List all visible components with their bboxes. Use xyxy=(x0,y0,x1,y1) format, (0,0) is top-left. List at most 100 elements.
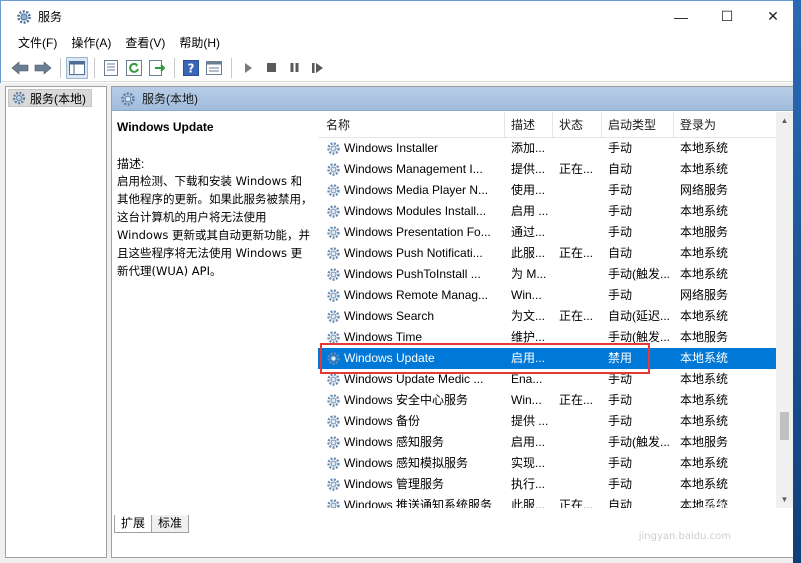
service-status xyxy=(553,201,602,222)
service-row[interactable]: Windows Media Player N... 使用... 手动 网络服务 xyxy=(318,180,778,201)
menu-bar: 文件(F) 操作(A) 查看(V) 帮助(H) xyxy=(1,32,796,54)
service-name: Windows 推送通知系统服务 xyxy=(344,498,493,508)
tree-item-services-local[interactable]: 服务(本地) xyxy=(8,89,92,107)
service-startup-type: 手动 xyxy=(608,288,633,302)
service-row[interactable]: Windows 感知服务 启用... 手动(触发... 本地服务 xyxy=(318,432,778,453)
gear-icon xyxy=(326,288,341,303)
column-header-logon[interactable]: 登录为 xyxy=(674,112,736,138)
description-text: 启用检测、下载和安装 Windows 和其他程序的更新。如果此服务被禁用，这台计… xyxy=(117,174,313,278)
minimize-button[interactable]: — xyxy=(658,1,704,32)
service-row[interactable]: Windows Management I... 提供... 正在... 自动 本地系统 xyxy=(318,159,778,180)
service-status xyxy=(553,369,602,390)
pause-icon xyxy=(290,63,298,72)
selected-service-title: Windows Update xyxy=(117,120,214,134)
service-row[interactable]: Windows Time 维护... 手动(触发... 本地服务 xyxy=(318,327,778,348)
column-header-name[interactable]: ^ 名称 xyxy=(318,112,505,138)
service-row[interactable]: Windows Search 为文... 正在... 自动(延迟... 本地系统 xyxy=(318,306,778,327)
properties-button[interactable] xyxy=(100,57,122,79)
help-button[interactable]: ? xyxy=(180,57,202,79)
pause-service-button[interactable] xyxy=(283,57,305,79)
service-row[interactable]: Windows Update 启用... 禁用 本地系统 xyxy=(318,348,778,369)
scroll-up-icon[interactable]: ▲ xyxy=(776,112,793,129)
scroll-thumb[interactable] xyxy=(780,412,789,440)
service-row[interactable]: Windows Modules Install... 启用 ... 手动 本地系统 xyxy=(318,201,778,222)
service-logon-as: 本地系统 xyxy=(680,456,729,470)
service-rows: Windows Installer 添加... 手动 本地系统 Windows Mana… xyxy=(318,138,778,508)
service-name: Windows 管理服务 xyxy=(344,477,445,491)
back-button[interactable] xyxy=(9,57,31,79)
export-button[interactable] xyxy=(146,57,168,79)
gear-icon xyxy=(326,393,341,408)
menu-help[interactable]: 帮助(H) xyxy=(172,32,227,54)
service-startup-type: 手动 xyxy=(608,141,633,155)
tab-extended[interactable]: 扩展 xyxy=(114,515,153,533)
service-status: 正在... xyxy=(559,246,594,260)
service-description: 执行... xyxy=(511,477,546,491)
view-button[interactable] xyxy=(203,57,225,79)
tab-standard[interactable]: 标准 xyxy=(151,515,190,533)
service-row[interactable]: Windows 感知模拟服务 实现... 手动 本地系统 xyxy=(318,453,778,474)
service-row[interactable]: Windows Update Medic ... Ena... 手动 本地系统 xyxy=(318,369,778,390)
service-row[interactable]: Windows 管理服务 执行... 手动 本地系统 xyxy=(318,474,778,495)
service-row[interactable]: Windows PushToInstall ... 为 M... 手动(触发... 本… xyxy=(318,264,778,285)
window-title: 服务 xyxy=(38,10,63,24)
service-status: 正在... xyxy=(559,162,594,176)
close-button[interactable]: ✕ xyxy=(750,1,796,32)
service-name-cell: Windows Update xyxy=(318,348,505,369)
service-startup-type: 手动 xyxy=(608,204,633,218)
column-header-status[interactable]: 状态 xyxy=(553,112,602,138)
gear-icon xyxy=(326,477,341,492)
column-header-startup[interactable]: 启动类型 xyxy=(602,112,674,138)
service-description: 使用... xyxy=(511,183,546,197)
tree-pane: 服务(本地) xyxy=(5,86,107,558)
gear-icon xyxy=(326,456,341,471)
start-service-button[interactable] xyxy=(237,57,259,79)
service-name: Windows Push Notificati... xyxy=(344,246,483,260)
service-logon-as: 本地系统 xyxy=(680,204,729,218)
service-row[interactable]: Windows 安全中心服务 Win... 正在... 手动 本地系统 xyxy=(318,390,778,411)
refresh-button[interactable] xyxy=(123,57,145,79)
gear-icon xyxy=(326,225,341,240)
service-name: Windows Presentation Fo... xyxy=(344,225,491,239)
description-label: 描述: xyxy=(117,157,145,171)
service-row[interactable]: Windows Push Notificati... 此服... 正在... 自动 本地… xyxy=(318,243,778,264)
service-description: 提供 ... xyxy=(511,414,549,428)
service-name-cell: Windows Push Notificati... xyxy=(318,243,505,264)
service-description: 此服... xyxy=(511,246,546,260)
gear-icon xyxy=(326,309,341,324)
service-startup-type: 禁用 xyxy=(608,351,633,365)
service-startup-type: 手动 xyxy=(608,183,633,197)
restart-service-button[interactable] xyxy=(306,57,328,79)
menu-action[interactable]: 操作(A) xyxy=(64,32,118,54)
scroll-down-icon[interactable]: ▼ xyxy=(776,491,793,508)
gear-icon xyxy=(326,246,341,261)
desktop-background xyxy=(793,0,801,563)
service-startup-type: 手动 xyxy=(608,225,633,239)
menu-view[interactable]: 查看(V) xyxy=(118,32,172,54)
gear-icon xyxy=(17,9,31,24)
menu-file[interactable]: 文件(F) xyxy=(11,32,64,54)
service-status xyxy=(553,474,602,495)
service-row[interactable]: Windows Presentation Fo... 通过... 手动 本地服务 xyxy=(318,222,778,243)
service-logon-as: 本地系统 xyxy=(680,267,729,281)
title-bar: 服务 — ☐ ✕ xyxy=(1,1,796,32)
service-startup-type: 手动 xyxy=(608,414,633,428)
show-hide-tree-button[interactable] xyxy=(66,56,88,79)
gear-icon xyxy=(326,435,341,450)
forward-button[interactable] xyxy=(32,57,54,79)
service-row[interactable]: Windows 备份 提供 ... 手动 本地系统 xyxy=(318,411,778,432)
gear-icon xyxy=(326,162,341,177)
service-row[interactable]: Windows Remote Manag... Win... 手动 网络服务 xyxy=(318,285,778,306)
service-status xyxy=(553,264,602,285)
service-name-cell: Windows Management I... xyxy=(318,159,505,180)
gear-icon xyxy=(326,372,341,387)
maximize-button[interactable]: ☐ xyxy=(704,1,750,32)
column-header-description[interactable]: 描述 xyxy=(505,112,553,138)
service-description: 为文... xyxy=(511,309,546,323)
vertical-scrollbar[interactable]: ▲ ▼ xyxy=(776,112,793,508)
stop-service-button[interactable] xyxy=(260,57,282,79)
service-row[interactable]: Windows Installer 添加... 手动 本地系统 xyxy=(318,138,778,159)
panel-header: 服务(本地) xyxy=(112,87,793,111)
service-startup-type: 手动 xyxy=(608,372,633,386)
gear-icon xyxy=(326,183,341,198)
